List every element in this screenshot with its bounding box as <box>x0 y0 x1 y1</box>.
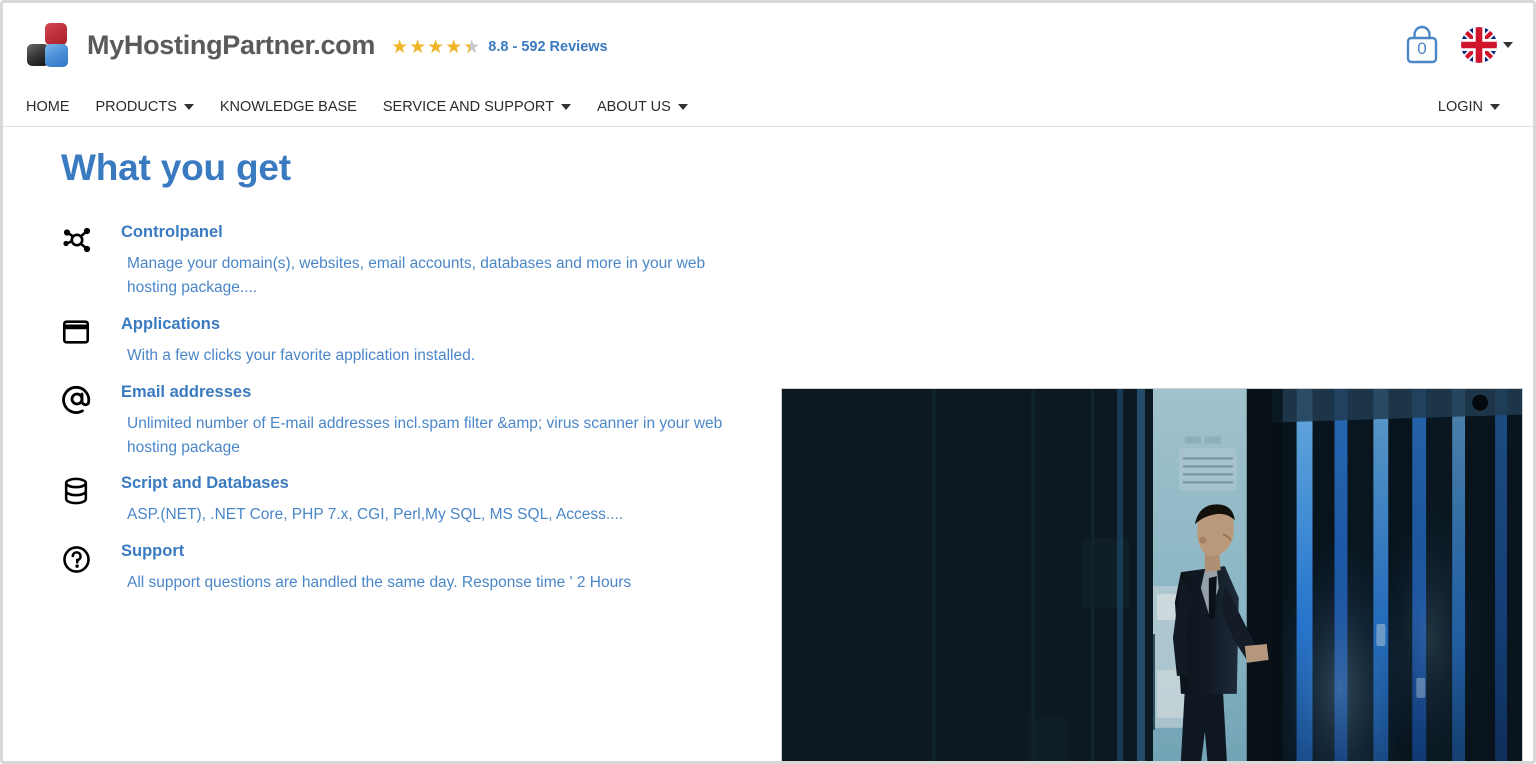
feature-title[interactable]: Support <box>121 541 749 562</box>
network-nodes-icon <box>61 224 101 256</box>
page-title: What you get <box>61 147 291 188</box>
rating-widget[interactable]: ★ ★ ★ ★ ★ 8.8 - 592 Reviews <box>391 34 608 57</box>
database-icon <box>61 475 101 507</box>
feature-title[interactable]: Script and Databases <box>121 473 749 494</box>
star-icon: ★ <box>409 36 427 58</box>
logo-square-red <box>45 23 67 45</box>
nav-item-login[interactable]: LOGIN <box>1425 99 1513 115</box>
cart-count: 0 <box>1417 38 1427 58</box>
main-content: What you get Controlpanel Manage your do… <box>3 127 1533 761</box>
feature-title[interactable]: Applications <box>121 314 749 335</box>
feature-description: Unlimited number of E-mail addresses inc… <box>127 414 723 456</box>
nav-item-service-and-support[interactable]: SERVICE AND SUPPORT <box>370 99 584 115</box>
nav-item-products[interactable]: PRODUCTS <box>83 99 207 115</box>
star-icon: ★ <box>391 36 409 58</box>
window-application-icon <box>61 316 101 348</box>
nav-item-home[interactable]: HOME <box>13 99 83 115</box>
datacenter-photo <box>781 388 1523 761</box>
nav-item-label: KNOWLEDGE BASE <box>219 98 357 115</box>
language-selector[interactable] <box>1461 27 1513 63</box>
cart-button[interactable]: 0 <box>1401 23 1443 67</box>
star-icon: ★ <box>427 36 445 58</box>
site-header: MyHostingPartner.com ★ ★ ★ ★ ★ 8.8 - 592… <box>3 3 1533 87</box>
chevron-down-icon <box>560 103 571 110</box>
feature-description: ASP.(NET), .NET Core, PHP 7.x, CGI, Perl… <box>127 506 624 524</box>
star-rating-icon: ★ ★ ★ ★ ★ <box>391 38 480 57</box>
nav-item-label: SERVICE AND SUPPORT <box>382 98 554 115</box>
feature-list: Controlpanel Manage your domain(s), webs… <box>59 222 749 609</box>
at-sign-icon <box>61 384 101 416</box>
browser-page: MyHostingPartner.com ★ ★ ★ ★ ★ 8.8 - 592… <box>0 0 1536 764</box>
feature-item-applications: Applications With a few clicks your favo… <box>59 314 749 368</box>
feature-item-support: Support All support questions are handle… <box>59 541 749 595</box>
nav-item-label: PRODUCTS <box>95 98 177 115</box>
rating-text: 8.8 - 592 Reviews <box>488 39 608 55</box>
brand-logo-link[interactable]: MyHostingPartner.com <box>27 23 375 67</box>
chevron-down-icon <box>677 103 688 110</box>
star-icon: ★ <box>445 36 463 58</box>
logo-icon <box>27 23 73 67</box>
chevron-down-icon <box>1490 103 1500 110</box>
feature-title[interactable]: Email addresses <box>121 382 749 403</box>
question-circle-icon <box>61 543 101 575</box>
logo-square-blue <box>45 44 68 67</box>
feature-description: Manage your domain(s), websites, email a… <box>127 255 706 296</box>
nav-item-about-us[interactable]: ABOUT US <box>584 99 701 115</box>
nav-item-knowledge-base[interactable]: KNOWLEDGE BASE <box>207 99 370 115</box>
feature-description: With a few clicks your favorite applicat… <box>127 346 476 364</box>
feature-item-controlpanel: Controlpanel Manage your domain(s), webs… <box>59 222 749 300</box>
chevron-down-icon <box>183 103 194 110</box>
feature-title[interactable]: Controlpanel <box>121 222 749 243</box>
chevron-down-icon <box>1503 42 1513 48</box>
nav-items: HOME PRODUCTS KNOWLEDGE BASE SERVICE AND… <box>13 99 701 115</box>
login-label: LOGIN <box>1437 98 1483 115</box>
main-navigation: HOME PRODUCTS KNOWLEDGE BASE SERVICE AND… <box>3 87 1533 127</box>
star-partial-icon: ★ <box>463 38 480 57</box>
nav-item-label: ABOUT US <box>596 98 671 115</box>
header-actions: 0 <box>1401 23 1513 67</box>
nav-item-label: HOME <box>26 98 70 115</box>
feature-item-email-addresses: Email addresses Unlimited number of E-ma… <box>59 382 749 460</box>
brand-name: MyHostingPartner.com <box>87 29 376 60</box>
feature-item-script-and-databases: Script and Databases ASP.(NET), .NET Cor… <box>59 473 749 527</box>
uk-flag-icon <box>1461 27 1497 63</box>
feature-description: All support questions are handled the sa… <box>127 574 632 592</box>
datacenter-image <box>782 389 1522 761</box>
